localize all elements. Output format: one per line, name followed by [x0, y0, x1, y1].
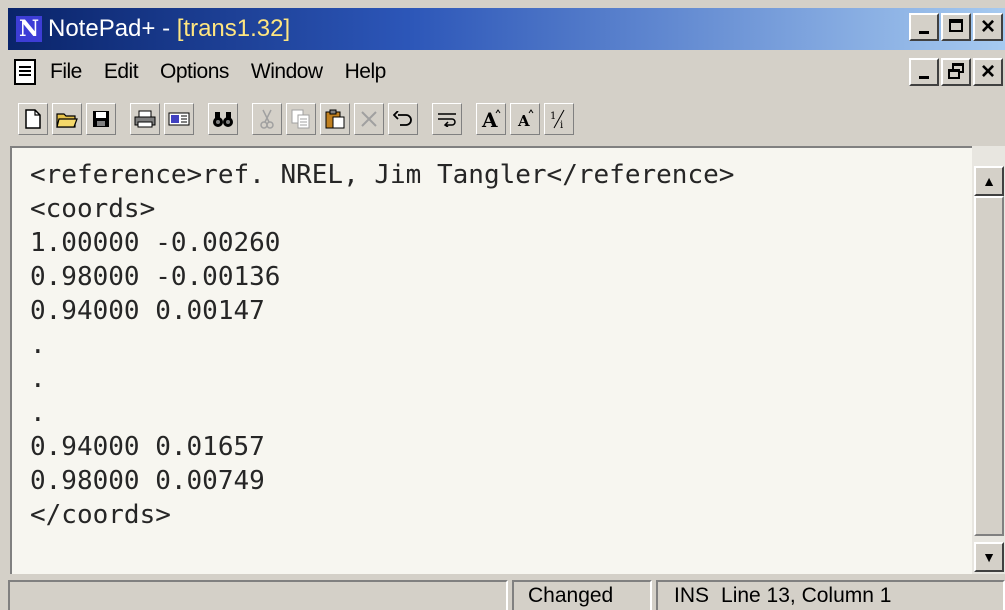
window-title: NotePad+ - [trans1.32]	[48, 15, 290, 43]
status-panel-message	[8, 580, 508, 610]
print-icon[interactable]	[130, 103, 160, 135]
title-controls: ×	[909, 13, 1003, 41]
title-app-name: NotePad+ -	[48, 15, 177, 42]
open-folder-icon[interactable]	[52, 103, 82, 135]
notepad-window: N NotePad+ - [trans1.32] × File Edit Opt…	[0, 0, 1005, 610]
status-bar: Changed INS Line 13, Column 1	[8, 578, 1005, 610]
editor-line: <reference>ref. NREL, Jim Tangler</refer…	[30, 160, 735, 190]
close-icon: ×	[980, 13, 995, 40]
maximize-button[interactable]	[941, 13, 971, 41]
svg-text:A: A	[481, 108, 498, 130]
delete-x-icon[interactable]	[354, 103, 384, 135]
status-modified: Changed	[512, 580, 652, 610]
new-file-icon[interactable]	[18, 103, 48, 135]
close-button[interactable]: ×	[973, 13, 1003, 41]
email-icon[interactable]	[164, 103, 194, 135]
scroll-up-button[interactable]: ▲	[974, 166, 1004, 196]
restore-icon-front	[948, 69, 960, 79]
maximize-icon	[949, 19, 963, 32]
status-insert-mode: INS	[674, 584, 710, 607]
copy-icon[interactable]	[286, 103, 316, 135]
paste-clipboard-icon[interactable]	[320, 103, 350, 135]
svg-text:A: A	[517, 112, 530, 130]
text-editor[interactable]: <reference>ref. NREL, Jim Tangler</refer…	[10, 146, 972, 574]
menu-file[interactable]: File	[50, 60, 82, 84]
menu-help[interactable]: Help	[345, 60, 387, 84]
arrow-up-icon: ▲	[982, 173, 996, 189]
arrow-down-icon: ▼	[982, 549, 996, 565]
doc-close-button[interactable]: ×	[973, 58, 1003, 86]
editor-line: 0.94000 0.00147	[30, 296, 265, 326]
minimize-icon	[919, 31, 929, 34]
close-icon: ×	[980, 58, 995, 85]
find-binoculars-icon[interactable]	[208, 103, 238, 135]
editor-line: <coords>	[30, 194, 156, 224]
status-cursor-position: Line 13, Column 1	[721, 584, 892, 607]
document-menu-icon[interactable]	[14, 59, 36, 85]
scroll-thumb[interactable]	[974, 196, 1004, 536]
font-smaller-icon[interactable]: A	[510, 103, 540, 135]
svg-text:1: 1	[550, 111, 556, 122]
editor-line: .	[30, 364, 46, 394]
minimize-button[interactable]	[909, 13, 939, 41]
save-disk-icon[interactable]	[86, 103, 116, 135]
editor-line: 1.00000 -0.00260	[30, 228, 281, 258]
minimize-icon	[919, 76, 929, 79]
scroll-down-button[interactable]: ▼	[974, 542, 1004, 572]
menu-bar: File Edit Options Window Help ×	[8, 54, 1005, 90]
undo-icon[interactable]	[388, 103, 418, 135]
fraction-icon[interactable]: 1i	[544, 103, 574, 135]
document-controls: ×	[909, 58, 1003, 86]
vertical-scrollbar[interactable]: ▲ ▼	[972, 146, 1005, 574]
svg-text:i: i	[560, 120, 563, 130]
status-position-panel: INS Line 13, Column 1	[656, 580, 1005, 610]
doc-minimize-button[interactable]	[909, 58, 939, 86]
cut-scissors-icon[interactable]	[252, 103, 282, 135]
editor-line: 0.98000 0.00749	[30, 466, 265, 496]
toolbar: A A 1i	[8, 96, 1005, 142]
app-icon[interactable]: N	[16, 16, 42, 42]
title-bar[interactable]: N NotePad+ - [trans1.32] ×	[8, 8, 1005, 50]
wrap-icon[interactable]	[432, 103, 462, 135]
menu-options[interactable]: Options	[160, 60, 229, 84]
editor-line: .	[30, 398, 46, 428]
editor-line: .	[30, 330, 46, 360]
menu-window[interactable]: Window	[251, 60, 323, 84]
editor-line: 0.98000 -0.00136	[30, 262, 281, 292]
menu-edit[interactable]: Edit	[104, 60, 139, 84]
doc-restore-button[interactable]	[941, 58, 971, 86]
editor-line: 0.94000 0.01657	[30, 432, 265, 462]
title-document-name: [trans1.32]	[176, 15, 291, 42]
font-larger-icon[interactable]: A	[476, 103, 506, 135]
editor-line: </coords>	[30, 500, 171, 530]
